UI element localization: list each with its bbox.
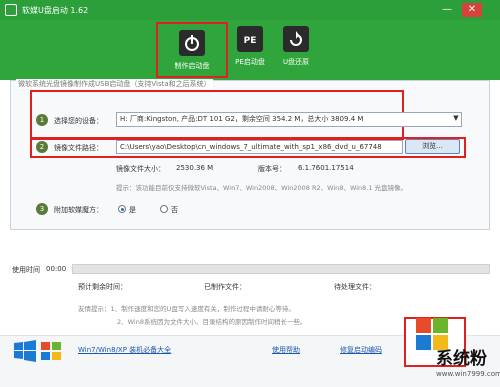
tab-usb-restore[interactable]: U盘还原: [272, 24, 320, 76]
window-title: 软媒U盘启动 1.62: [22, 6, 89, 15]
tab-make-boot-disk[interactable]: 制作启动盘: [156, 22, 228, 78]
version-label: 版本号：: [258, 165, 286, 173]
elapsed-label: 使用时间: [12, 266, 40, 274]
processed-label: 已制作文件：: [204, 283, 246, 291]
tip-line-1: 友情提示：1、制作速度和您的U盘写入速度有关，制作过程中请耐心等待。: [78, 305, 295, 313]
windows8-logo-icon: [14, 340, 36, 364]
step3-badge: 3: [36, 203, 48, 215]
image-path-label: 镜像文件路径：: [54, 144, 103, 152]
magic-label: 附加软媒魔方：: [54, 206, 103, 214]
chevron-down-icon[interactable]: ▼: [452, 114, 460, 124]
progress-bar: [72, 264, 490, 274]
magic-yes-label: 是: [129, 206, 136, 214]
group-title: 微软系统光盘镜像制作成USB启动盘（支持Vista和之后系统）: [16, 79, 213, 89]
pe-drive-icon: PE: [237, 26, 263, 52]
usb-restore-icon: [283, 26, 309, 52]
app-logo-icon: [5, 4, 17, 16]
device-select[interactable]: H: 厂商:Kingston, 产品:DT 101 G2，剩余空间 354.2 …: [116, 112, 462, 127]
tab-pe-boot-disk[interactable]: PE PE启动盘: [226, 24, 274, 76]
image-size-value: 2530.36 M: [176, 164, 214, 172]
magic-no-radio[interactable]: [160, 205, 168, 213]
image-size-label: 镜像文件大小：: [116, 165, 165, 173]
toolbar: 制作启动盘 PE PE启动盘 U盘还原: [0, 20, 500, 80]
watermark-url: www.win7999.com: [436, 370, 500, 378]
tip-line-2: 2、Win8系统因为文件大小、目录结构的原因制作时间稍长一些。: [117, 318, 307, 326]
win-essentials-link[interactable]: Win7/Win8/XP 装机必备大全: [78, 345, 171, 355]
remaining-label: 预计剩余时间：: [78, 283, 127, 291]
title-bar: 软媒U盘启动 1.62 — ✕: [0, 0, 500, 20]
step1-badge: 1: [36, 114, 48, 126]
pending-label: 待处理文件：: [334, 283, 376, 291]
device-label: 选择您的设备：: [54, 117, 103, 125]
magic-yes-radio[interactable]: [118, 205, 126, 213]
close-icon[interactable]: ✕: [462, 3, 482, 17]
fix-boot-link[interactable]: 修复启动编码: [340, 345, 382, 355]
watermark-text: 系统粉: [436, 349, 487, 369]
version-value: 6.1.7601.17514: [298, 164, 354, 172]
windows7-logo-icon: [40, 340, 62, 364]
minimize-icon[interactable]: —: [440, 3, 454, 17]
svg-text:PE: PE: [244, 36, 257, 46]
usb-drive-icon: [179, 30, 205, 56]
help-link[interactable]: 使用帮助: [272, 345, 300, 355]
hint-text: 提示：该功能目前仅支持微软Vista、Win7、Win2008、Win2008 …: [116, 184, 408, 192]
image-path-input[interactable]: C:\Users\yao\Desktop\cn_windows_7_ultima…: [116, 140, 403, 154]
step2-badge: 2: [36, 141, 48, 153]
elapsed-value: 00:00: [46, 265, 67, 273]
magic-no-label: 否: [171, 206, 178, 214]
browse-button[interactable]: 浏览...: [405, 139, 460, 154]
